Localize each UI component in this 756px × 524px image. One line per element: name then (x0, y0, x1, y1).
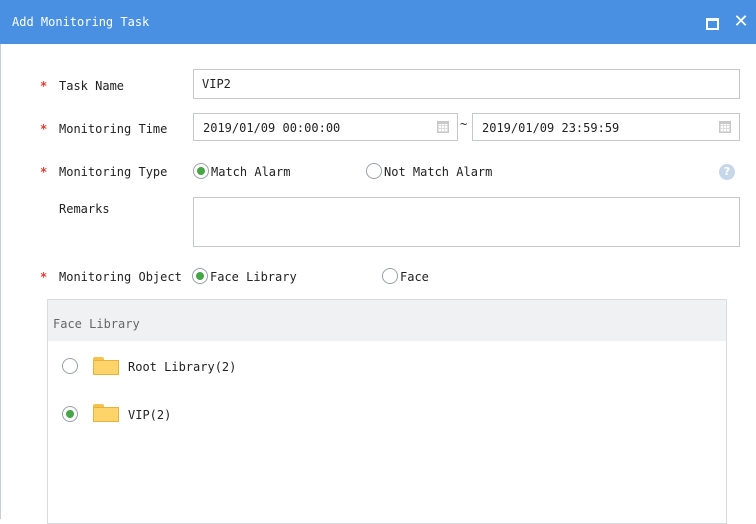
face-library-panel-header: Face Library (48, 300, 726, 341)
help-icon[interactable]: ? (719, 164, 735, 180)
start-time-value: 2019/01/09 00:00:00 (203, 121, 341, 135)
task-name-input[interactable] (193, 69, 740, 99)
required-marker: * (40, 165, 48, 179)
start-time-input[interactable]: 2019/01/09 00:00:00 (193, 113, 458, 141)
face-library-panel: Face Library Root Library(2) VIP(2) (47, 299, 727, 524)
time-range-separator: ~ (460, 117, 468, 131)
task-name-label: Task Name (59, 79, 125, 93)
not-match-alarm-radio[interactable] (366, 163, 382, 179)
close-icon[interactable]: ✕ (730, 10, 752, 34)
remarks-textarea[interactable] (193, 197, 740, 247)
required-marker: * (40, 122, 48, 136)
face-radio[interactable] (382, 268, 398, 284)
dialog-title-bar: Add Monitoring Task ✕ (0, 0, 756, 44)
end-time-input[interactable]: 2019/01/09 23:59:59 (472, 113, 740, 141)
monitoring-object-label: Monitoring Object (59, 270, 182, 284)
root-library-radio[interactable] (62, 358, 78, 374)
remarks-label: Remarks (59, 202, 110, 216)
calendar-icon[interactable] (437, 121, 449, 133)
add-monitoring-task-dialog: Add Monitoring Task ✕ * Task Name * Moni… (0, 0, 756, 524)
root-library-label[interactable]: Root Library(2) (128, 360, 236, 374)
required-marker: * (40, 79, 48, 93)
maximize-icon[interactable] (700, 10, 722, 34)
match-alarm-label[interactable]: Match Alarm (211, 165, 290, 179)
not-match-alarm-label[interactable]: Not Match Alarm (384, 165, 492, 179)
dialog-title: Add Monitoring Task (12, 15, 150, 29)
face-library-radio[interactable] (192, 268, 208, 284)
folder-icon (93, 357, 119, 375)
vip-library-label[interactable]: VIP(2) (128, 408, 171, 422)
monitoring-type-label: Monitoring Type (59, 165, 168, 179)
match-alarm-radio[interactable] (193, 163, 209, 179)
monitoring-time-label: Monitoring Time (59, 122, 168, 136)
vip-library-radio[interactable] (62, 406, 78, 422)
folder-icon (93, 404, 119, 422)
face-library-option-label[interactable]: Face Library (210, 270, 297, 284)
dialog-left-border (0, 44, 1, 519)
required-marker: * (40, 270, 48, 284)
end-time-value: 2019/01/09 23:59:59 (482, 121, 620, 135)
calendar-icon[interactable] (719, 121, 731, 133)
face-library-panel-title: Face Library (53, 317, 140, 331)
face-option-label[interactable]: Face (400, 270, 429, 284)
